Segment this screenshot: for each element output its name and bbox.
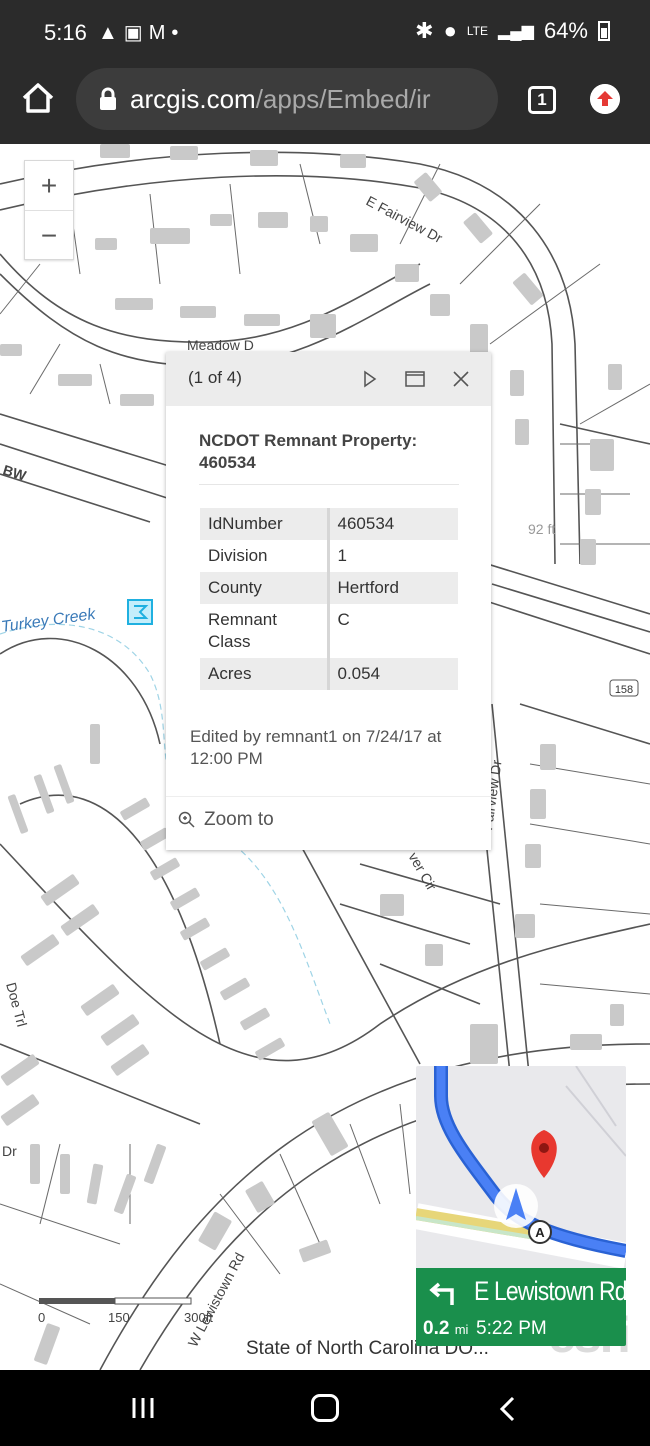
popup-feature-count: (1 of 4): [188, 368, 242, 387]
bluetooth-icon: ✱: [415, 18, 434, 43]
nav-distance: 0.2 mi: [423, 1318, 468, 1340]
zoom-to-label: Zoom to: [204, 809, 274, 830]
nav-minimap: A: [416, 1066, 626, 1269]
scale-bar: 0 150 300ft: [38, 1294, 213, 1334]
scale-label-mid: 150: [108, 1310, 130, 1325]
battery-icon: [598, 21, 610, 41]
distance-label: 92 ft: [528, 521, 555, 537]
back-icon[interactable]: [498, 1396, 516, 1422]
svg-text:A: A: [535, 1225, 545, 1240]
notification-icons: ▲▣M•: [98, 20, 184, 45]
attribute-value: C: [337, 610, 350, 629]
navigation-overlay[interactable]: A E Lewistown Rd 0.2 mi 5:22 PM: [416, 1066, 626, 1346]
gmail-icon: M: [148, 22, 172, 44]
popup-header: (1 of 4): [166, 352, 491, 406]
battery-percent: 64%: [543, 18, 588, 43]
street-label-meadow: Meadow D: [187, 337, 254, 353]
attribute-name: IdNumber: [200, 508, 330, 540]
table-row: IdNumber 460534: [200, 508, 458, 540]
table-row: Acres 0.054: [200, 658, 458, 690]
edit-info: Edited by remnant1 on 7/24/17 at 12:00 P…: [190, 727, 442, 768]
nav-distance-unit: mi: [454, 1322, 469, 1337]
popup-footer: Zoom to: [166, 796, 491, 850]
status-time: 5:16: [44, 20, 87, 45]
signal-icon: ▂▄▆: [498, 23, 534, 40]
url-host: arcgis.com: [130, 83, 256, 114]
feature-popup: (1 of 4) NCDOT Remnant Property: 460534 …: [166, 352, 491, 850]
scale-label-zero: 0: [38, 1310, 46, 1325]
nav-direction-card: E Lewistown Rd 0.2 mi 5:22 PM: [416, 1268, 626, 1346]
nav-distance-value: 0.2: [423, 1318, 450, 1339]
attribute-table: IdNumber 460534 Division 1 County Hertford …: [200, 508, 458, 690]
zoom-control: + −: [24, 160, 74, 260]
scale-label-max: 300ft: [184, 1310, 213, 1325]
table-row: Remnant Class C: [200, 604, 458, 658]
attribute-name: Division: [200, 540, 330, 572]
attribute-value: 460534: [328, 508, 458, 540]
tab-switcher-button[interactable]: 1: [528, 86, 556, 114]
browser-toolbar: arcgis.com/apps/Embed/ir 1: [0, 66, 650, 144]
street-label-doe: Doe Trl: [3, 981, 30, 1029]
creek-label: Turkey Creek: [0, 606, 97, 636]
nav-eta: 5:22 PM: [476, 1318, 547, 1339]
zoom-out-button[interactable]: −: [25, 211, 73, 261]
status-right: ✱ ● LTE ▂▄▆ 64%: [415, 18, 610, 44]
scale-bar-graphic: [39, 1297, 192, 1305]
lock-icon: [100, 87, 116, 110]
street-label-cir: ver Cir: [405, 850, 440, 894]
table-row: Division 1: [200, 540, 458, 572]
attribute-name: County: [200, 572, 330, 604]
street-label-dr: Dr: [2, 1143, 17, 1159]
status-bar: 5:16 ▲▣M• ✱ ● LTE ▂▄▆ 64%: [0, 0, 650, 66]
attribute-value: 0.054: [328, 658, 458, 690]
route-shield-label: 158: [615, 684, 633, 696]
map-view[interactable]: 158 E Fairview Dr Meadow D Turkey Creek …: [0, 144, 650, 1370]
recent-apps-icon[interactable]: [130, 1396, 156, 1420]
nav-street-name: E Lewistown Rd: [474, 1276, 626, 1306]
maximize-icon[interactable]: [404, 368, 426, 390]
attribute-value: 1: [337, 546, 347, 565]
table-row: County Hertford: [200, 572, 458, 604]
location-icon: ●: [443, 18, 457, 43]
url-path: /apps/Embed/ir: [255, 83, 431, 114]
highway-label: BW: [1, 462, 29, 484]
attribute-name: Acres: [200, 658, 330, 690]
network-type: LTE: [466, 24, 488, 38]
popup-title: NCDOT Remnant Property: 460534: [199, 430, 459, 485]
close-icon[interactable]: [450, 368, 472, 390]
url-field[interactable]: arcgis.com/apps/Embed/ir: [76, 68, 498, 130]
home-button[interactable]: [311, 1394, 339, 1422]
zoom-in-button[interactable]: +: [25, 161, 73, 211]
upload-icon[interactable]: [590, 84, 620, 114]
nav-route-graphic: A: [416, 1066, 626, 1269]
image-icon: ▣: [123, 22, 149, 44]
zoom-magnifier-icon: [178, 811, 195, 828]
zoom-to-link[interactable]: Zoom to: [178, 809, 274, 831]
system-navigation-bar: [0, 1370, 650, 1446]
dot-icon: •: [171, 22, 185, 44]
navigation-arrow-icon: ▲: [98, 22, 124, 44]
next-feature-icon[interactable]: [360, 368, 380, 390]
turn-left-icon: [429, 1282, 454, 1305]
home-icon[interactable]: [20, 80, 56, 116]
attribute-value: Hertford: [328, 572, 458, 604]
attribute-name: Remnant Class: [200, 604, 330, 658]
